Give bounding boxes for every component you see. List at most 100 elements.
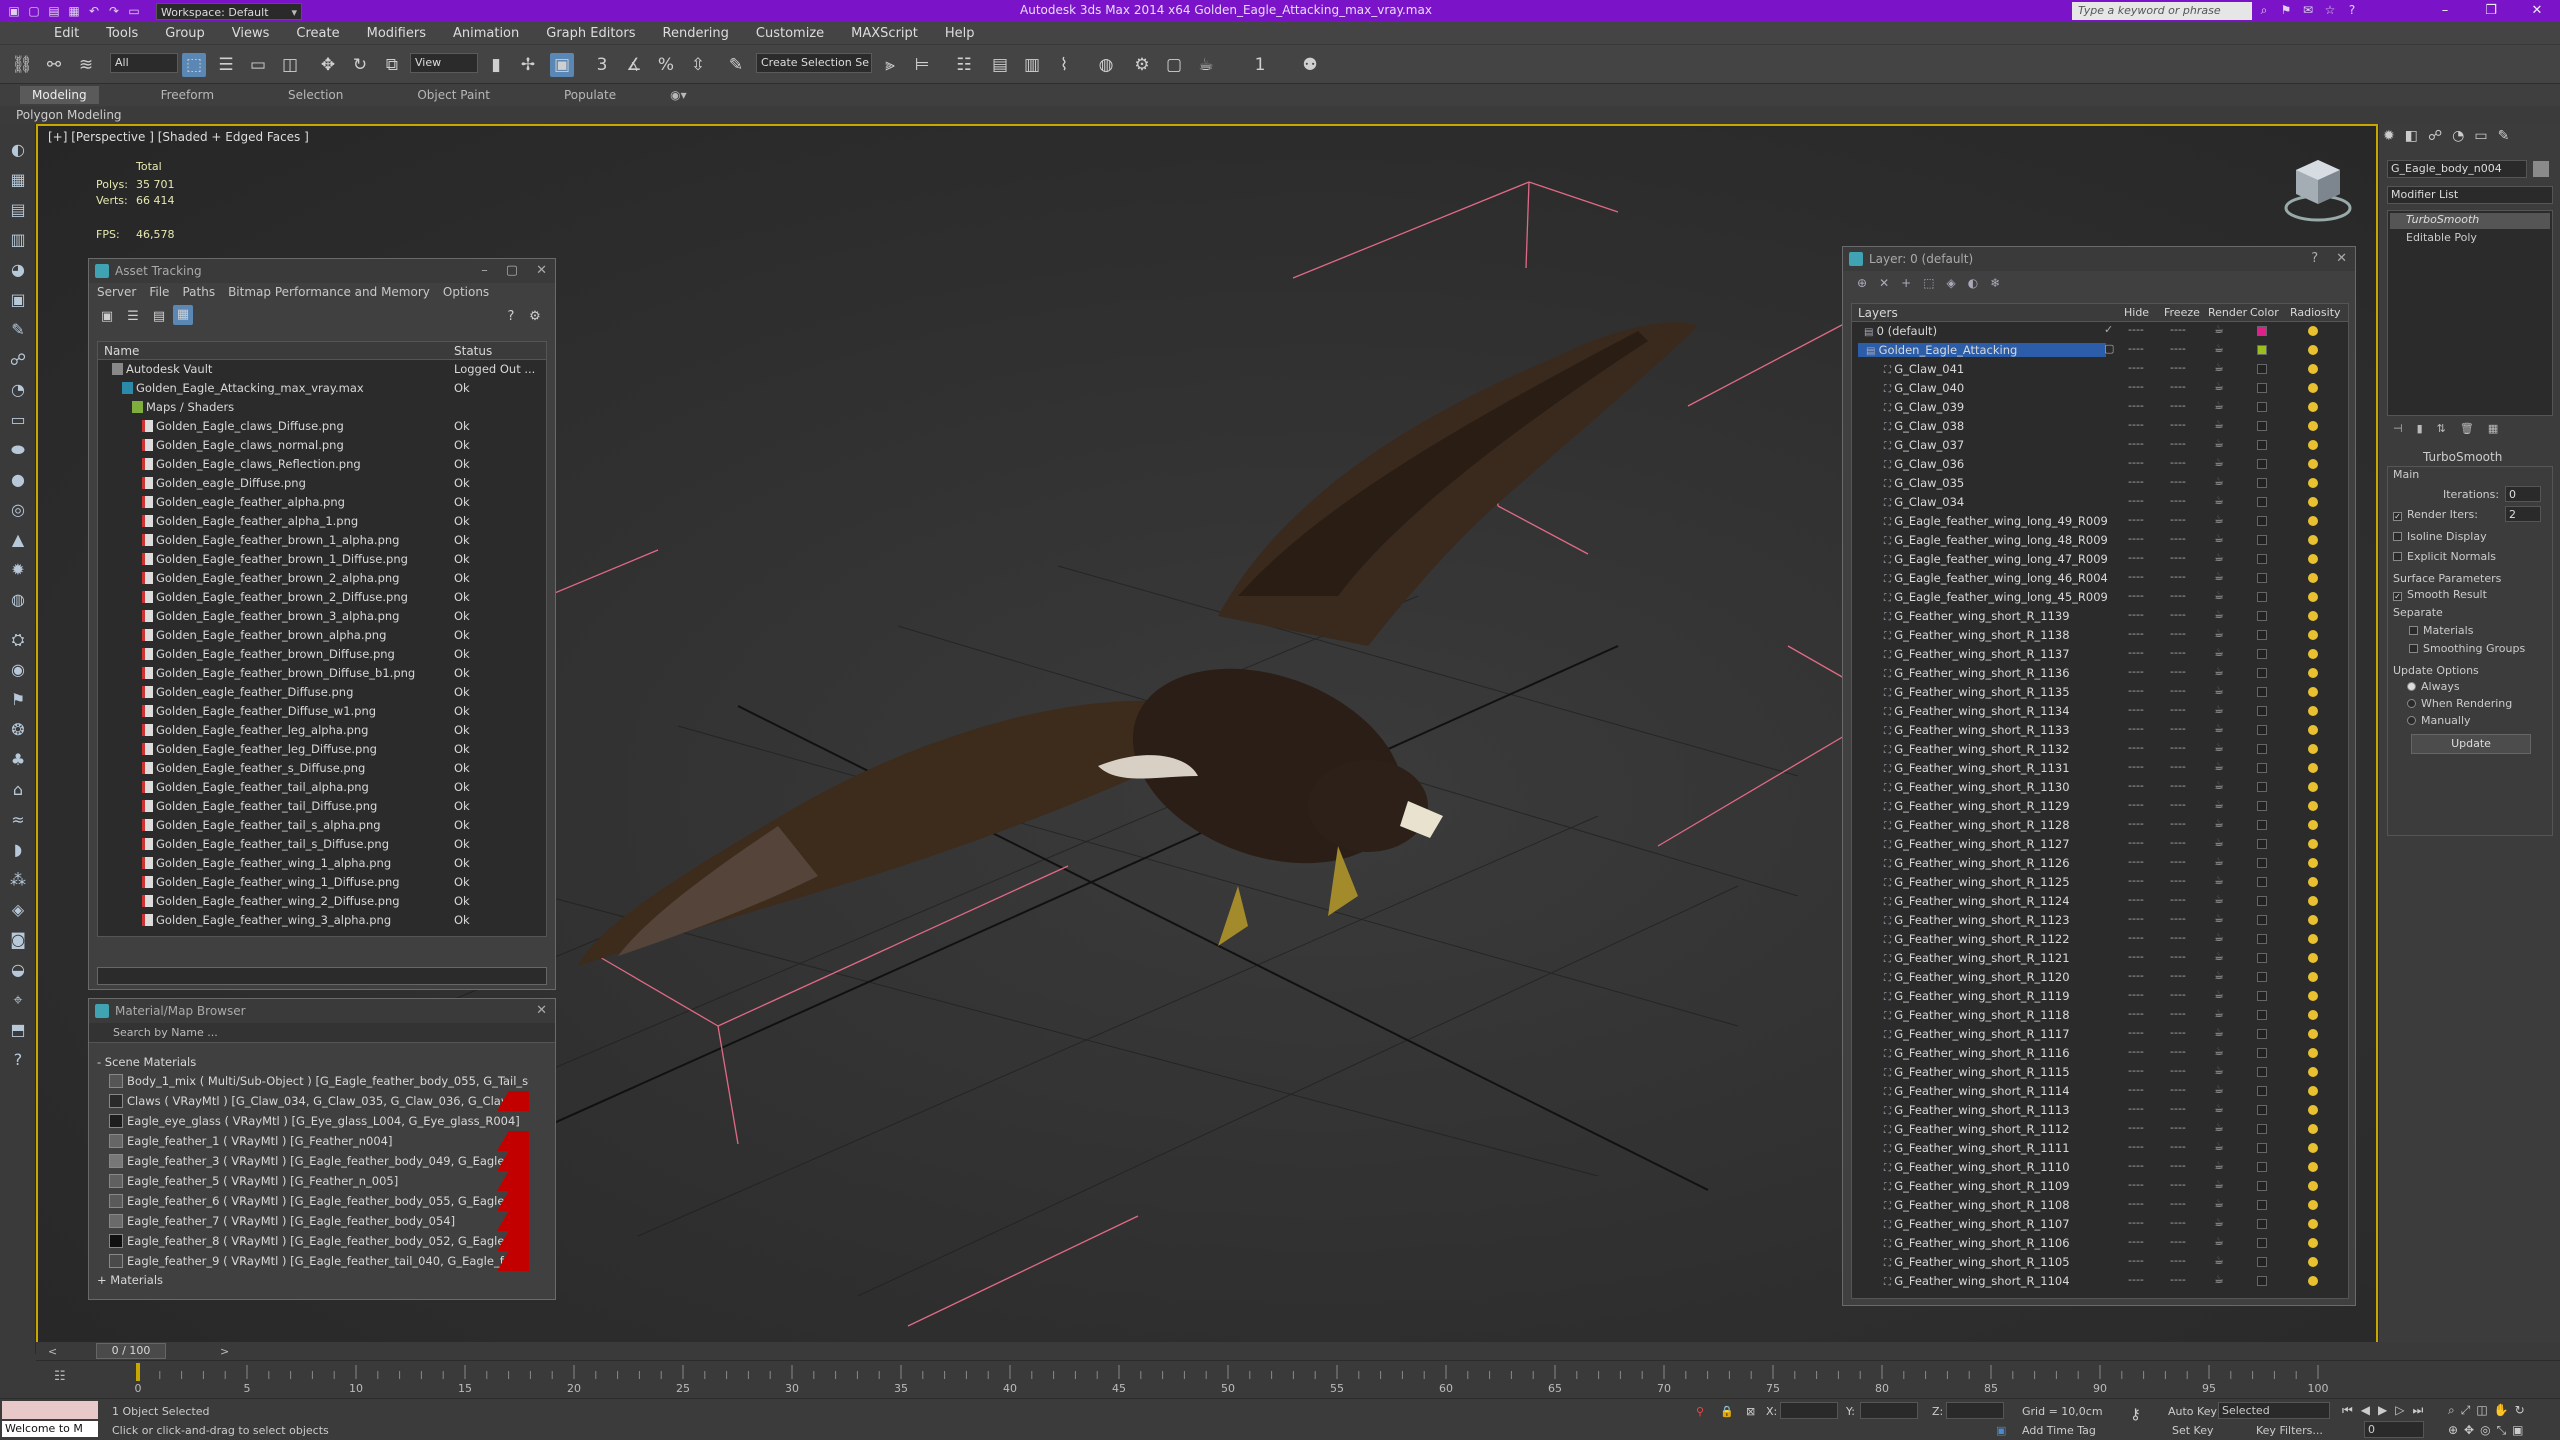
subscription-icon[interactable]: ⚑ (2278, 2, 2294, 18)
hide-toggle[interactable]: ---- (2128, 361, 2144, 374)
rollout-turbosmooth[interactable]: TurboSmooth (2423, 450, 2502, 464)
render-teapot-icon[interactable]: ☕ (2214, 684, 2224, 697)
project-folder-icon[interactable]: ▭ (126, 3, 142, 19)
render-teapot-icon[interactable]: ☕ (2214, 665, 2224, 678)
table-view-icon[interactable]: ▦ (173, 305, 193, 325)
render-teapot-icon[interactable]: ☕ (2214, 722, 2224, 735)
render-teapot-icon[interactable]: ☕ (2214, 1273, 2224, 1286)
unlink-icon[interactable]: ⚯ (42, 53, 66, 77)
menu-bitmap-performance[interactable]: Bitmap Performance and Memory (228, 285, 430, 299)
layer-color-swatch[interactable] (2257, 497, 2267, 507)
asset-row[interactable]: Golden_Eagle_feather_brown_alpha.png Ok (98, 626, 546, 645)
radiosity-bulb-icon[interactable] (2308, 706, 2318, 716)
layer-color-swatch[interactable] (2257, 1067, 2267, 1077)
asset-row[interactable]: Maps / Shaders (98, 398, 546, 417)
hide-toggle[interactable]: ---- (2128, 399, 2144, 412)
freeze-toggle[interactable]: ---- (2170, 627, 2186, 640)
hide-toggle[interactable]: ---- (2128, 646, 2144, 659)
layer-color-swatch[interactable] (2257, 1010, 2267, 1020)
eagle-model[interactable] (578, 322, 1698, 966)
plugin-icon[interactable]: ⬒ (6, 1018, 30, 1042)
material-row[interactable]: Eagle_feather_5 ( VRayMtl ) [G_Feather_n… (89, 1171, 529, 1191)
freeze-toggle[interactable]: ---- (2170, 779, 2186, 792)
search-input[interactable]: Type a keyword or phrase (2072, 2, 2252, 20)
minimize-button[interactable]: – (2422, 0, 2468, 22)
freeze-toggle[interactable]: ---- (2170, 475, 2186, 488)
render-production-icon[interactable]: ☕ (1194, 53, 1218, 77)
layer-row[interactable]: ⛶ G_Feather_wing_short_R_1132 ---- ---- ☕ (1852, 740, 2348, 759)
layer-color-swatch[interactable] (2257, 1181, 2267, 1191)
light-icon[interactable]: ✹ (6, 558, 30, 582)
bind-spacewarp-icon[interactable]: ≋ (74, 53, 98, 77)
show-end-result-icon[interactable]: ▮ (2417, 422, 2423, 440)
percent-snap-icon[interactable]: % (654, 53, 678, 77)
help-icon[interactable]: ? (2311, 247, 2318, 271)
hide-toggle[interactable]: ---- (2128, 950, 2144, 963)
open-file-icon[interactable]: ▤ (46, 3, 62, 19)
reference-coordinate-dropdown[interactable]: View (410, 53, 478, 73)
render-count-icon[interactable]: 1 (1248, 53, 1272, 77)
hide-toggle[interactable]: ---- (2128, 475, 2144, 488)
tab-selection[interactable]: Selection (276, 86, 355, 104)
radiosity-bulb-icon[interactable] (2308, 744, 2318, 754)
prev-frame-icon[interactable]: < (48, 1345, 57, 1358)
hide-toggle[interactable]: ---- (2128, 931, 2144, 944)
select-manipulate-icon[interactable]: ✢ (516, 53, 540, 77)
particles-icon[interactable]: ⁂ (6, 868, 30, 892)
layer-row[interactable]: ⛶ G_Feather_wing_short_R_1110 ---- ---- ☕ (1852, 1158, 2348, 1177)
edit-named-selection-icon[interactable]: ✎ (724, 53, 748, 77)
radiosity-bulb-icon[interactable] (2308, 725, 2318, 735)
layer-color-swatch[interactable] (2257, 1238, 2267, 1248)
layer-color-swatch[interactable] (2257, 649, 2267, 659)
hide-toggle[interactable]: ---- (2128, 456, 2144, 469)
layer-row[interactable]: ⛶ G_Claw_036 ---- ---- ☕ (1852, 455, 2348, 474)
menu-edit[interactable]: Edit (54, 26, 79, 41)
radiosity-bulb-icon[interactable] (2308, 763, 2318, 773)
radiosity-bulb-icon[interactable] (2308, 516, 2318, 526)
freeze-toggle[interactable]: ---- (2170, 684, 2186, 697)
radiosity-bulb-icon[interactable] (2308, 1048, 2318, 1058)
favorites-icon[interactable]: ☆ (2322, 2, 2338, 18)
curve-editor-icon[interactable]: ⌇ (1052, 53, 1076, 77)
asset-row[interactable]: Golden_Eagle_feather_brown_2_Diffuse.png… (98, 588, 546, 607)
sphere-icon[interactable]: ● (6, 468, 30, 492)
freeze-toggle[interactable]: ---- (2170, 1102, 2186, 1115)
col-name[interactable]: Name (104, 344, 139, 358)
layer-row[interactable]: ⛶ G_Feather_wing_short_R_1104 ---- ---- ☕ (1852, 1272, 2348, 1291)
align-icon[interactable]: ⊨ (910, 53, 934, 77)
set-current-layer-icon[interactable]: ▢ (2104, 342, 2114, 355)
menu-modifiers[interactable]: Modifiers (367, 26, 426, 41)
render-icon[interactable]: ⚑ (6, 688, 30, 712)
rotate-icon[interactable]: ↻ (348, 53, 372, 77)
menu-group[interactable]: Group (165, 26, 205, 41)
community-icon[interactable]: ✉ (2300, 2, 2316, 18)
display-tab-icon[interactable]: ▭ (2474, 128, 2487, 144)
layer-list[interactable]: Layers Hide Freeze Render Color Radiosit… (1851, 303, 2349, 1299)
radiosity-bulb-icon[interactable] (2308, 421, 2318, 431)
asset-row[interactable]: Golden_eagle_feather_Diffuse.png Ok (98, 683, 546, 702)
current-layer-check-icon[interactable]: ✓ (2104, 323, 2113, 336)
camera-icon[interactable]: ⌂ (6, 778, 30, 802)
col-render[interactable]: Render (2208, 306, 2247, 319)
render-teapot-icon[interactable]: ☕ (2214, 779, 2224, 792)
hide-toggle[interactable]: ---- (2128, 589, 2144, 602)
layer-color-swatch[interactable] (2257, 592, 2267, 602)
menu-animation[interactable]: Animation (453, 26, 519, 41)
smooth-result-checkbox[interactable]: ✓ (2393, 592, 2402, 601)
radiosity-bulb-icon[interactable] (2308, 934, 2318, 944)
smoothing-groups-checkbox[interactable] (2409, 644, 2418, 653)
layer-color-swatch[interactable] (2257, 1200, 2267, 1210)
layer-color-swatch[interactable] (2257, 839, 2267, 849)
freeze-toggle[interactable]: ---- (2170, 988, 2186, 1001)
layer-color-swatch[interactable] (2257, 801, 2267, 811)
render-teapot-icon[interactable]: ☕ (2214, 608, 2224, 621)
hierarchy-tab-icon[interactable]: ☍ (2428, 128, 2442, 144)
layer-row[interactable]: ⛶ G_Feather_wing_short_R_1128 ---- ---- ☕ (1852, 816, 2348, 835)
layer-row[interactable]: ⛶ G_Feather_wing_short_R_1123 ---- ---- ☕ (1852, 911, 2348, 930)
render-teapot-icon[interactable]: ☕ (2214, 1159, 2224, 1172)
layer-row[interactable]: ⛶ G_Feather_wing_short_R_1121 ---- ---- ☕ (1852, 949, 2348, 968)
layer-color-swatch[interactable] (2257, 630, 2267, 640)
layer-row[interactable]: ⛶ G_Feather_wing_short_R_1116 ---- ---- ☕ (1852, 1044, 2348, 1063)
layer-color-swatch[interactable] (2257, 459, 2267, 469)
next-frame-icon[interactable]: > (220, 1345, 229, 1358)
